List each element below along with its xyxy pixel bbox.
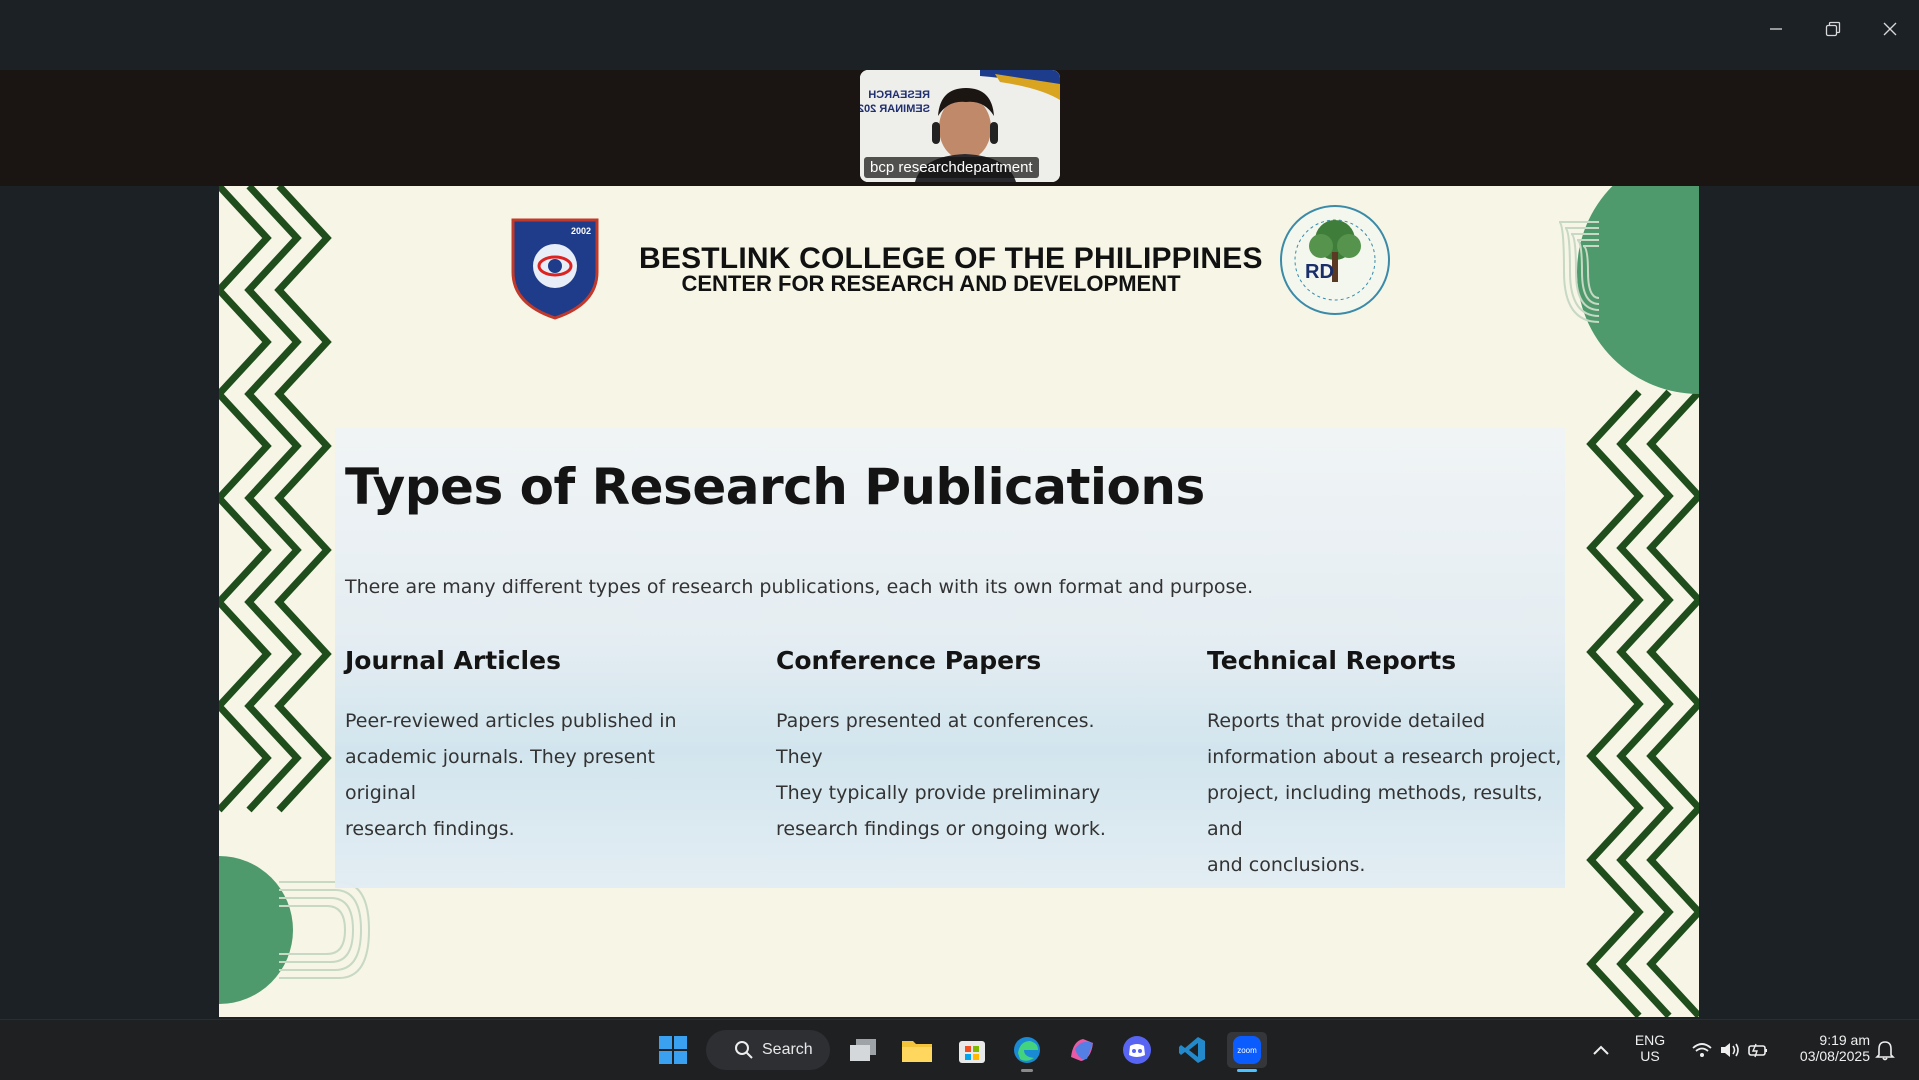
column-line: They typically provide preliminary [776, 782, 1101, 804]
copilot-icon [1071, 1039, 1093, 1061]
active-indicator [1021, 1069, 1033, 1072]
language-label: ENG [1634, 1032, 1666, 1048]
bestlink-logo: 2002 [511, 218, 599, 320]
backdrop-text-seminar: SEMINAR 2025 [860, 103, 930, 115]
edge-icon [1014, 1037, 1040, 1063]
task-view-button[interactable] [843, 1032, 883, 1068]
backdrop-text-research: RESEARCH [868, 89, 930, 101]
bell-icon [1875, 1041, 1895, 1061]
restore-icon [1825, 21, 1841, 37]
research-center-logo: RD [1280, 205, 1390, 315]
vscode-icon [1179, 1037, 1205, 1063]
column-body: Peer-reviewed articles published in acad… [345, 703, 705, 847]
quick-settings-button[interactable] [1680, 1032, 1780, 1068]
copilot-button[interactable] [1062, 1032, 1102, 1068]
window-titlebar [0, 0, 1919, 70]
region-label: US [1640, 1048, 1660, 1064]
minimize-icon [1770, 28, 1782, 30]
column-line: Peer-reviewed articles published in [345, 710, 677, 732]
file-explorer-icon [902, 1041, 932, 1062]
microsoft-store-button[interactable] [952, 1032, 992, 1068]
wifi-icon [1692, 1043, 1712, 1057]
participant-video-tile[interactable]: RESEARCH SEMINAR 2025 bcp researchdepart… [860, 70, 1060, 182]
search-icon [735, 1041, 753, 1059]
date-label: 03/08/2025 [1799, 1048, 1870, 1064]
column-title: Technical Reports [1207, 646, 1457, 675]
show-hidden-icons-button[interactable] [1583, 1032, 1619, 1068]
column-body: Reports that provide detailed informatio… [1207, 703, 1567, 883]
column-line: and conclusions. [1207, 854, 1366, 876]
participant-name-label: bcp researchdepartment [864, 157, 1039, 178]
logo-year: 2002 [571, 226, 591, 236]
volume-icon [1721, 1043, 1739, 1057]
content-panel: Types of Research Publications There are… [335, 428, 1565, 888]
edge-button[interactable] [1007, 1032, 1047, 1072]
column-line: Papers presented at conferences. They [776, 710, 1095, 768]
search-label: Search [762, 1041, 813, 1058]
battery-icon [1748, 1043, 1767, 1058]
task-view-icon [850, 1039, 876, 1061]
column-line: information about a research project, [1207, 746, 1562, 768]
column-line: research findings or ongoing work. [776, 818, 1106, 840]
close-icon [1883, 22, 1897, 36]
clock[interactable]: 9:19 am 03/08/2025 [1780, 1032, 1870, 1064]
slide-intro: There are many different types of resear… [345, 576, 1254, 598]
minimize-button[interactable] [1756, 14, 1796, 44]
column-line: Reports that provide detailed [1207, 710, 1486, 732]
discord-icon [1123, 1036, 1151, 1064]
restore-button[interactable] [1813, 14, 1853, 44]
column-line: research findings. [345, 818, 515, 840]
zoom-label: zoom [1237, 1046, 1257, 1055]
chevron-up-icon [1593, 1045, 1609, 1055]
active-indicator [1237, 1069, 1257, 1072]
shared-slide: 2002 BESTLINK COLLEGE OF THE PHILIPPINES… [219, 186, 1699, 1017]
start-button[interactable] [653, 1032, 693, 1068]
column-journal-articles: Journal Articles Peer-reviewed articles … [345, 646, 705, 847]
windows-start-icon [659, 1036, 687, 1064]
column-line: project, including methods, results, and [1207, 782, 1543, 840]
column-body: Papers presented at conferences. They Th… [776, 703, 1136, 847]
microsoft-store-icon [959, 1041, 985, 1063]
file-explorer-button[interactable] [897, 1032, 937, 1068]
taskbar: Search zoom ENG US 9:19 am 03/08/2025 [0, 1019, 1919, 1080]
zoom-button[interactable]: zoom [1227, 1032, 1267, 1072]
close-button[interactable] [1870, 14, 1910, 44]
time-label: 9:19 am [1819, 1032, 1870, 1048]
column-title: Journal Articles [345, 646, 561, 675]
notifications-button[interactable] [1868, 1032, 1902, 1068]
column-conference-papers: Conference Papers Papers presented at co… [776, 646, 1136, 847]
center-name: CENTER FOR RESEARCH AND DEVELOPMENT [681, 271, 1181, 296]
slide-heading: Types of Research Publications [345, 458, 1205, 516]
taskbar-search[interactable]: Search [706, 1030, 830, 1070]
column-technical-reports: Technical Reports Reports that provide d… [1207, 646, 1567, 883]
vscode-button[interactable] [1172, 1032, 1212, 1068]
input-language[interactable]: ENG US [1628, 1032, 1672, 1064]
logo-letters: RD [1305, 261, 1334, 283]
zoom-icon: zoom [1233, 1036, 1261, 1064]
column-line: academic journals. They present original [345, 746, 655, 804]
column-title: Conference Papers [776, 646, 1042, 675]
discord-button[interactable] [1117, 1032, 1157, 1068]
